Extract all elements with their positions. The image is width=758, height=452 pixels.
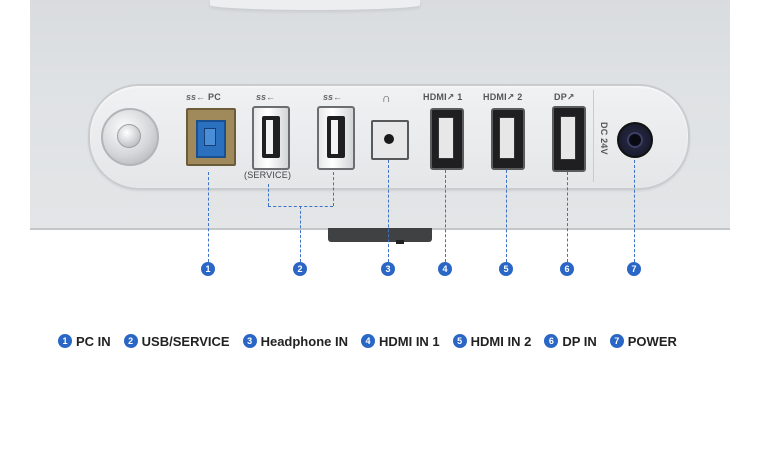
legend-label: HDMI IN 1	[378, 333, 440, 349]
legend-number: 4	[360, 334, 375, 348]
displayport-port-inner	[560, 116, 576, 160]
port-label-pc: PC	[208, 92, 221, 102]
callout-leader-5	[506, 170, 507, 262]
callout-leader-6	[567, 172, 568, 262]
stand-base	[328, 228, 432, 242]
hdmi-port-1-inner	[438, 117, 454, 159]
callout-6: 6	[560, 262, 574, 276]
port-legend: 1 PC IN 2 USB/SERVICE 3 Headphone IN 4 H…	[58, 333, 677, 349]
callout-leader-2a	[268, 184, 269, 206]
port-label-hdmi1: HDMI↗ 1	[423, 92, 463, 102]
callout-leader-2b	[333, 172, 334, 206]
callout-5: 5	[499, 262, 513, 276]
usb-ss-icon: ss←	[256, 92, 276, 102]
stand-clip	[396, 240, 404, 244]
callout-leader-3	[388, 160, 389, 262]
callout-7: 7	[627, 262, 641, 276]
headphone-icon: ∩	[382, 91, 391, 105]
legend-label: POWER	[627, 333, 677, 349]
port-label-dc: DC 24V	[599, 122, 609, 155]
legend-label: HDMI IN 2	[470, 333, 532, 349]
port-label-dp: DP↗	[554, 92, 575, 102]
callout-2: 2	[293, 262, 307, 276]
legend-item-dp-in: 6 DP IN	[544, 333, 597, 349]
legend-item-power: 7 POWER	[609, 333, 677, 349]
legend-label: Headphone IN	[260, 333, 348, 349]
callout-leader-4	[445, 170, 446, 262]
usb-ss-icon: ss←	[186, 92, 206, 102]
dc-power-jack-center	[627, 132, 643, 148]
monitor-neck	[210, 0, 420, 10]
legend-label: PC IN	[76, 333, 111, 349]
panel-divider	[593, 90, 594, 182]
power-button-icon	[101, 108, 159, 166]
legend-item-hdmi-in-2: 5 HDMI IN 2	[452, 333, 532, 349]
usb-a-port-inner	[262, 116, 280, 158]
legend-number: 6	[544, 334, 559, 348]
legend-number: 1	[58, 334, 72, 348]
callout-leader-2	[300, 206, 301, 262]
legend-label: DP IN	[562, 333, 597, 349]
legend-item-pc-in: 1 PC IN	[58, 334, 111, 349]
usb-a-port-inner	[327, 116, 345, 158]
usb-b-port-inner	[196, 120, 226, 158]
monitor-rear-io-illustration: ss← PC ss← ss← ∩ HDMI↗ 1 HDMI↗ 2 DP↗ DC …	[0, 0, 758, 452]
callout-leader-1	[208, 172, 209, 262]
hdmi-port-2-inner	[499, 117, 515, 159]
callout-4: 4	[438, 262, 452, 276]
port-label-hdmi2: HDMI↗ 2	[483, 92, 523, 102]
usb-ss-icon: ss←	[323, 92, 343, 102]
callout-leader-7	[634, 160, 635, 262]
legend-number: 2	[123, 334, 138, 348]
legend-number: 3	[242, 334, 257, 348]
legend-label: USB/SERVICE	[141, 333, 230, 349]
callout-1: 1	[201, 262, 215, 276]
callout-3: 3	[381, 262, 395, 276]
headphone-jack-hole	[384, 134, 394, 144]
legend-item-headphone-in: 3 Headphone IN	[242, 333, 348, 349]
legend-number: 7	[609, 334, 624, 348]
legend-number: 5	[452, 334, 467, 348]
legend-item-hdmi-in-1: 4 HDMI IN 1	[360, 333, 440, 349]
port-label-service: (SERVICE)	[244, 170, 292, 180]
legend-item-usb-service: 2 USB/SERVICE	[123, 333, 230, 349]
